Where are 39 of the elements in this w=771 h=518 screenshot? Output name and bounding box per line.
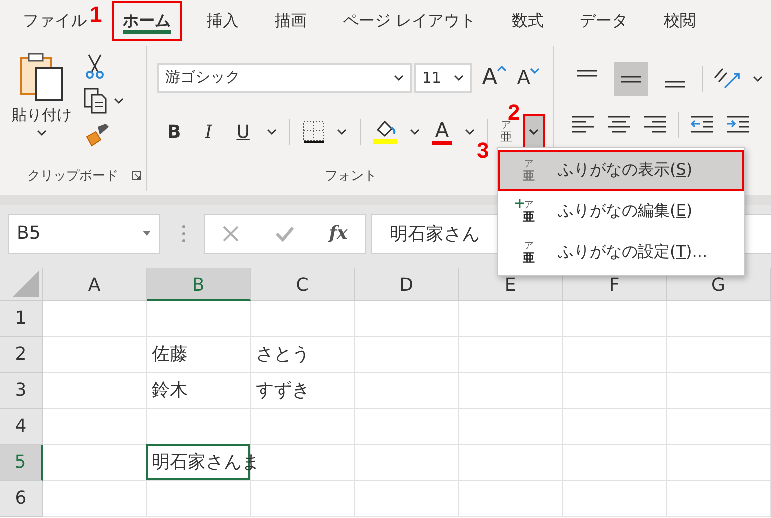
underline-button[interactable]: U bbox=[232, 122, 254, 143]
row-header[interactable]: 4 bbox=[0, 409, 43, 445]
row-header[interactable]: 1 bbox=[0, 301, 43, 337]
group-label: クリップボード bbox=[28, 168, 119, 185]
ribbon-tab[interactable]: 校閲 bbox=[653, 1, 708, 41]
table-cell: すずき bbox=[256, 380, 310, 402]
font-color-button[interactable]: A bbox=[432, 119, 452, 146]
ribbon-tab[interactable]: 挿入 bbox=[196, 1, 250, 41]
table-cell: 鈴木 bbox=[152, 380, 188, 402]
furigana-button[interactable]: ア 亜 bbox=[500, 121, 512, 144]
table-cell: さとう bbox=[256, 344, 310, 366]
ribbon-tab[interactable]: 描画 bbox=[264, 1, 318, 41]
step-number: 1 bbox=[90, 2, 102, 28]
font-name-select[interactable]: 游ゴシック bbox=[157, 62, 412, 93]
column-header[interactable]: B bbox=[147, 268, 251, 301]
group-label: フォント bbox=[325, 168, 378, 185]
column-header[interactable]: A bbox=[43, 268, 147, 301]
bold-button[interactable]: B bbox=[163, 122, 186, 143]
ribbon-tab[interactable]: 数式 bbox=[501, 1, 556, 41]
menu-item[interactable]: ア 亜 ふりがなの表示(S) bbox=[498, 150, 744, 191]
font-size-select[interactable]: 11 bbox=[414, 62, 472, 93]
table-cell: 佐藤 bbox=[152, 344, 188, 366]
step-number: 3 bbox=[477, 138, 490, 164]
insert-function-button[interactable]: fx bbox=[329, 223, 348, 244]
name-box[interactable]: B5 bbox=[8, 214, 160, 254]
column-header[interactable]: D bbox=[355, 268, 459, 301]
row-header[interactable]: 6 bbox=[0, 481, 43, 517]
column-header[interactable]: C bbox=[251, 268, 355, 301]
row-header[interactable]: 5 bbox=[0, 445, 43, 481]
shrink-font-button[interactable]: A bbox=[517, 66, 540, 89]
italic-button[interactable]: I bbox=[198, 122, 220, 143]
ribbon-tab[interactable]: ホーム bbox=[112, 1, 182, 41]
row-header[interactable]: 2 bbox=[0, 337, 43, 373]
ribbon-tab[interactable]: データ bbox=[569, 1, 640, 41]
ribbon-tab[interactable]: ページ レイアウト bbox=[332, 1, 488, 41]
menu-item[interactable]: +ア 亜 ふりがなの編集(E) bbox=[498, 191, 744, 232]
row-header[interactable]: 3 bbox=[0, 373, 43, 409]
grow-font-button[interactable]: A bbox=[482, 65, 508, 90]
paste-button[interactable]: 貼り付け bbox=[0, 46, 78, 161]
